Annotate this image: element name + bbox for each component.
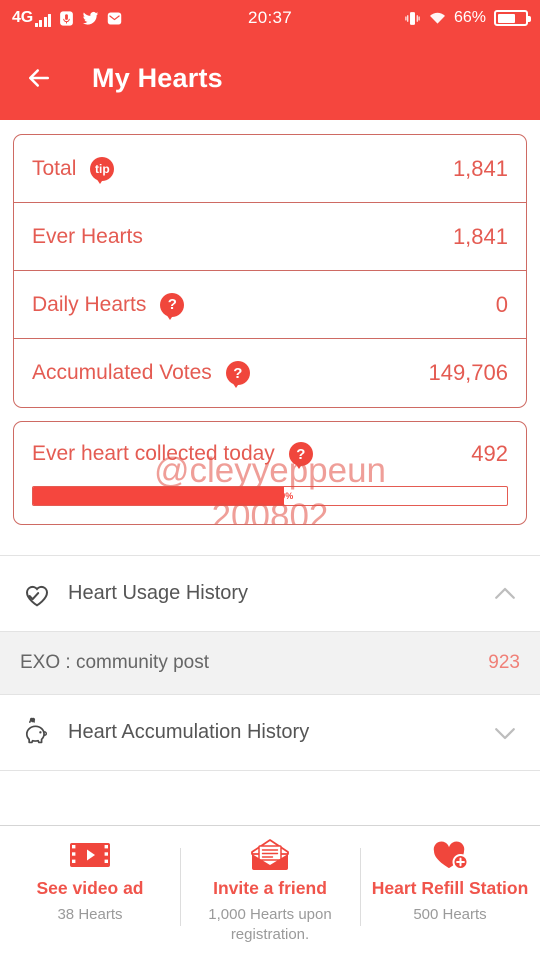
section-heart-accumulation-history[interactable]: Heart Accumulation History (0, 695, 540, 770)
action-subtitle: 500 Hearts (413, 906, 487, 923)
stat-row-total: Total tip 1,841 (14, 135, 526, 203)
my-hearts-screen: 4G 20:37 66% My Hearts Total tip 1,841 E… (0, 0, 540, 960)
progress-bar: 49% (32, 486, 508, 506)
network-label: 4G (12, 9, 33, 26)
bottom-action-bar: See video ad 38 Hearts Invite a friend 1… (0, 825, 540, 960)
history-item-value: 923 (488, 652, 520, 673)
help-badge-icon[interactable]: ? (225, 361, 250, 388)
vibrate-icon (405, 11, 420, 25)
action-heart-refill-station[interactable]: Heart Refill Station 500 Hearts (360, 826, 540, 960)
stat-value: 1,841 (452, 155, 508, 181)
stat-value: 0 (495, 291, 508, 317)
daily-progress-header: Ever heart collected today ? 492 (32, 422, 508, 486)
back-arrow-icon (29, 69, 49, 87)
status-bar-left: 4G (12, 9, 123, 27)
action-invite-a-friend[interactable]: Invite a friend 1,000 Hearts upon regist… (180, 826, 360, 960)
stat-row-ever-hearts: Ever Hearts 1,841 (14, 203, 526, 271)
help-badge-tail (166, 313, 175, 320)
mail-icon (108, 11, 122, 25)
status-bar: 4G 20:37 66% (0, 0, 540, 36)
stat-value: 1,841 (452, 223, 508, 249)
stat-label: Daily Hearts (32, 292, 147, 316)
history-item-label: EXO : community post (20, 652, 210, 673)
stat-value: 149,706 (428, 360, 508, 385)
daily-progress-card: Ever heart collected today ? 492 49% @cl… (13, 421, 527, 525)
twitter-icon (83, 11, 99, 25)
chevron-up-icon[interactable] (490, 579, 520, 609)
heart-check-icon (20, 577, 54, 611)
envelope-icon (249, 836, 291, 874)
video-ad-icon (69, 836, 111, 874)
wifi-icon (429, 12, 445, 24)
network-type: 4G (12, 9, 52, 27)
progress-percent-label: 49% (275, 491, 294, 501)
stat-label: Accumulated Votes (32, 361, 212, 384)
battery-icon (494, 10, 531, 26)
daily-progress-value: 492 (471, 441, 508, 466)
page-title: My Hearts (92, 62, 223, 93)
heart-plus-icon (429, 836, 471, 874)
help-badge-tail (294, 463, 303, 469)
status-bar-right: 66% (404, 9, 531, 27)
progress-bar-fill (33, 487, 285, 505)
action-see-video-ad[interactable]: See video ad 38 Hearts (0, 826, 180, 960)
divider (0, 770, 540, 771)
stats-section: Total tip 1,841 Ever Hearts 1,841 Daily … (0, 120, 540, 525)
table-row[interactable]: EXO : community post 923 (0, 631, 540, 695)
stat-row-daily-hearts: Daily Hearts ? 0 (14, 271, 526, 339)
stat-label: Ever Hearts (32, 224, 143, 248)
action-title: See video ad (36, 878, 144, 898)
stat-label: Total (32, 156, 77, 180)
action-title: Heart Refill Station (371, 878, 529, 898)
battery-percent: 66% (453, 9, 486, 26)
daily-progress-label: Ever heart collected today (32, 442, 275, 465)
section-title: Heart Accumulation History (68, 721, 310, 743)
stats-card: Total tip 1,841 Ever Hearts 1,841 Daily … (13, 134, 527, 408)
tip-badge-icon[interactable]: tip (90, 156, 115, 184)
stat-row-accumulated-votes: Accumulated Votes ? 149,706 (14, 339, 526, 407)
help-badge-icon[interactable]: ? (288, 442, 313, 469)
signal-bars-icon (34, 14, 52, 27)
section-title: Heart Usage History (68, 582, 249, 604)
chevron-down-icon[interactable] (490, 718, 520, 748)
action-subtitle: 38 Hearts (57, 906, 123, 923)
back-button[interactable] (22, 61, 56, 95)
history-sections: Heart Usage History EXO : community post… (0, 555, 540, 771)
app-bar: My Hearts (0, 36, 540, 120)
action-subtitle: 1,000 Hearts upon registration. (208, 906, 332, 943)
action-title: Invite a friend (213, 878, 327, 898)
help-badge-tail (231, 382, 240, 388)
microphone-icon (60, 10, 74, 26)
piggy-bank-heart-icon (20, 716, 54, 750)
section-heart-usage-history[interactable]: Heart Usage History (0, 556, 540, 631)
help-badge-icon[interactable]: ? (160, 292, 185, 320)
tip-badge-tail (96, 177, 105, 184)
